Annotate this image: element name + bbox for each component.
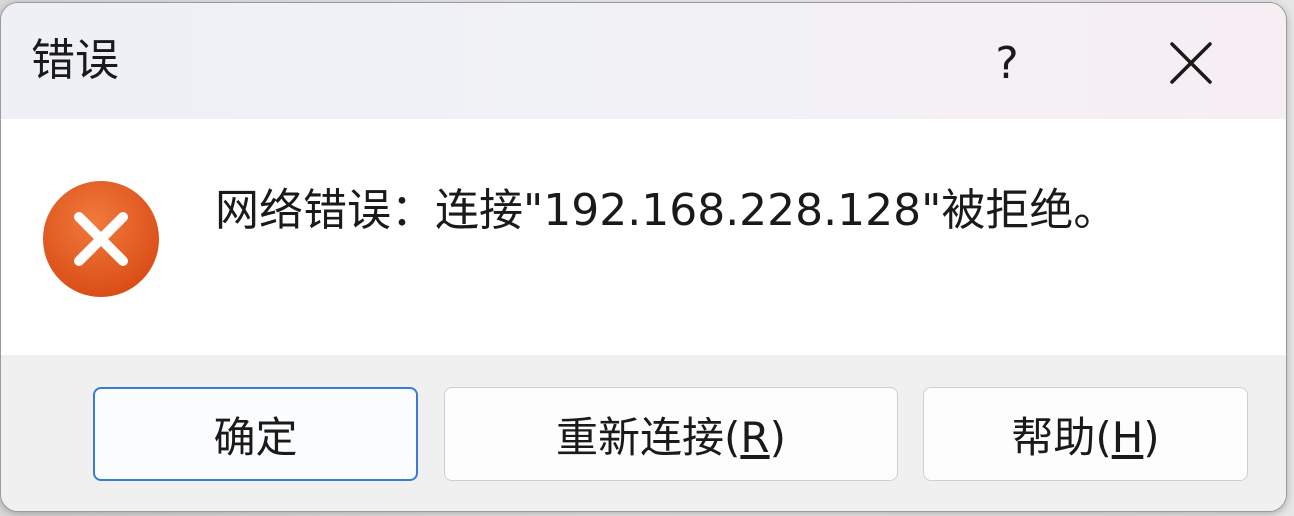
help-question-button[interactable]: ? (961, 21, 1053, 105)
reconnect-button-label: 重新连接(R) (556, 412, 786, 462)
reconnect-button[interactable]: 重新连接(R) (444, 387, 898, 481)
help-button[interactable]: 帮助(H) (923, 387, 1248, 481)
help-button-label: 帮助(H) (1011, 412, 1160, 462)
error-message: 网络错误：连接"192.168.228.128"被拒绝。 (215, 185, 1118, 236)
title-bar: 错误 ? (1, 3, 1286, 119)
close-icon (1170, 42, 1212, 84)
close-button[interactable] (1143, 21, 1239, 105)
dialog-title: 错误 (31, 35, 119, 86)
ok-button-label: 确定 (213, 412, 298, 462)
dialog-content: 网络错误：连接"192.168.228.128"被拒绝。 (1, 119, 1286, 355)
error-icon (43, 181, 159, 297)
button-bar: 确定 重新连接(R) 帮助(H) (1, 355, 1286, 511)
error-dialog: 错误 ? 网络错误：连接"192.168.228.128"被拒绝。 确定 重新连… (0, 2, 1287, 512)
ok-button[interactable]: 确定 (93, 387, 418, 481)
